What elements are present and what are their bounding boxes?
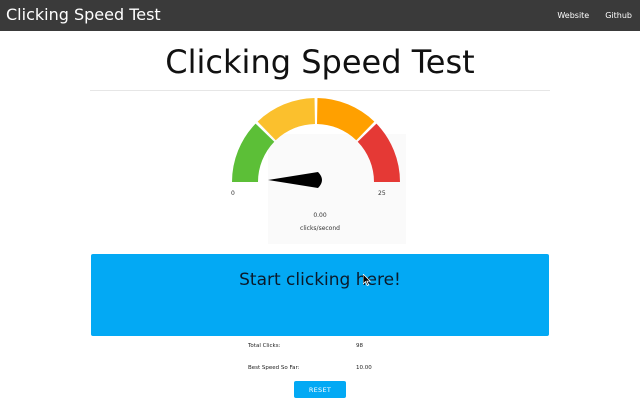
click-area[interactable]: Start clicking here!: [91, 254, 549, 336]
mouse-cursor-icon: [363, 274, 371, 286]
best-speed-value: 10.00: [356, 365, 372, 371]
gauge-segment: [317, 98, 375, 141]
total-clicks-value: 98: [356, 343, 363, 349]
gauge-segment: [232, 123, 275, 182]
gauge-value: 0.00: [313, 212, 327, 219]
stat-row-best-speed: Best Speed So Far: 10.00: [248, 365, 388, 375]
speed-gauge: 0 25 0.00 clicks/second: [228, 96, 408, 246]
best-speed-label: Best Speed So Far:: [248, 365, 300, 371]
title-divider: [90, 90, 550, 91]
gauge-needle: [268, 172, 322, 188]
gauge-max-label: 25: [378, 190, 386, 197]
stat-row-total-clicks: Total Clicks: 98: [248, 343, 388, 353]
gauge-segments: [232, 98, 400, 182]
gauge-segment: [257, 98, 315, 141]
click-area-label: Start clicking here!: [239, 270, 401, 290]
navbar-brand[interactable]: Clicking Speed Test: [6, 5, 161, 25]
reset-button[interactable]: RESET: [294, 381, 346, 398]
gauge-segment: [357, 123, 400, 182]
nav-link-website[interactable]: Website: [557, 10, 589, 22]
top-navbar: Clicking Speed Test Website Github: [0, 0, 640, 31]
page-title: Clicking Speed Test: [165, 43, 475, 81]
gauge-min-label: 0: [231, 190, 235, 197]
nav-links: Website Github: [557, 10, 632, 22]
total-clicks-label: Total Clicks:: [248, 343, 281, 349]
nav-link-github[interactable]: Github: [605, 10, 632, 22]
gauge-unit: clicks/second: [300, 225, 340, 232]
